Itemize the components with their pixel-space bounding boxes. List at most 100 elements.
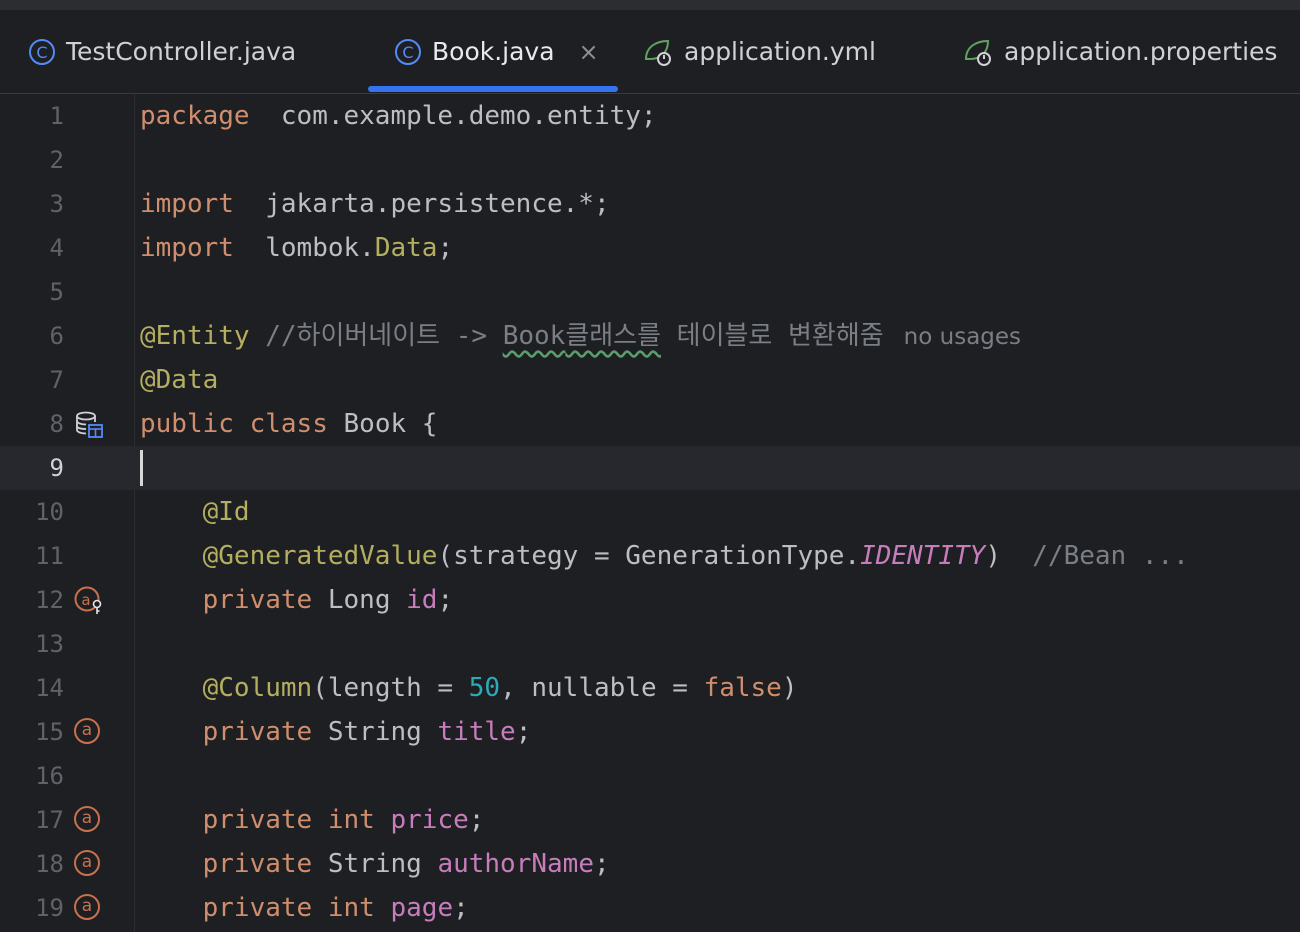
code-token: IDENTITY bbox=[860, 541, 986, 571]
code-token: ) bbox=[781, 673, 798, 703]
code-token: lombok. bbox=[233, 233, 375, 263]
code-token: String bbox=[312, 849, 438, 879]
attribute-icon[interactable]: a bbox=[74, 850, 104, 880]
line-number: 9 bbox=[49, 454, 64, 482]
tab-book-java[interactable]: C Book.java × bbox=[394, 10, 599, 93]
code-line[interactable]: 12 a private Long id; bbox=[0, 578, 1300, 622]
code-token: private bbox=[202, 849, 313, 879]
code-token: 테이블로 변환해줌 bbox=[661, 321, 884, 351]
code-token: Data bbox=[374, 233, 438, 263]
code-line[interactable]: 8 public class Book { bbox=[0, 402, 1300, 446]
code-token: import bbox=[140, 233, 234, 263]
tab-application-properties[interactable]: application.properties bbox=[962, 10, 1277, 93]
attribute-icon[interactable]: a bbox=[74, 806, 104, 836]
tab-label: Book.java bbox=[432, 37, 555, 66]
code-token: false bbox=[703, 673, 782, 703]
code-text: @GeneratedValue(strategy = GenerationTyp… bbox=[140, 542, 1189, 570]
code-text: import jakarta.persistence.*; bbox=[140, 190, 610, 218]
code-line[interactable]: 13 bbox=[0, 622, 1300, 666]
code-token: @GeneratedValue bbox=[202, 541, 438, 571]
code-line[interactable]: 3 import jakarta.persistence.*; bbox=[0, 182, 1300, 226]
java-class-icon: C bbox=[28, 38, 56, 66]
code-text: public class Book { bbox=[140, 410, 437, 438]
code-token: private bbox=[202, 893, 313, 923]
code-line[interactable]: 2 bbox=[0, 138, 1300, 182]
svg-text:a: a bbox=[81, 591, 90, 609]
code-line[interactable]: 17 a private int price; bbox=[0, 798, 1300, 842]
code-text: @Data bbox=[140, 366, 218, 394]
line-number: 16 bbox=[35, 762, 64, 790]
line-number: 12 bbox=[35, 586, 64, 614]
line-number: 7 bbox=[49, 366, 64, 394]
code-token: @Data bbox=[140, 365, 219, 395]
code-line[interactable]: 10 @Id bbox=[0, 490, 1300, 534]
code-line[interactable]: 15 a private String title; bbox=[0, 710, 1300, 754]
code-line[interactable]: 19 a private int page; bbox=[0, 886, 1300, 930]
code-token: 50 bbox=[468, 673, 501, 703]
code-token: @Entity bbox=[140, 321, 250, 351]
code-token: int bbox=[327, 805, 375, 835]
code-line[interactable]: 11 @GeneratedValue(strategy = Generation… bbox=[0, 534, 1300, 578]
line-number: 5 bbox=[49, 278, 64, 306]
line-number: 6 bbox=[49, 322, 64, 350]
code-token: page bbox=[390, 893, 454, 923]
code-token: import bbox=[140, 189, 234, 219]
code-line[interactable]: 5 bbox=[0, 270, 1300, 314]
line-number: 8 bbox=[49, 410, 64, 438]
code-token: ; bbox=[437, 585, 454, 615]
code-token: (strategy = GenerationType. bbox=[437, 541, 861, 571]
line-number: 2 bbox=[49, 146, 64, 174]
database-table-icon[interactable] bbox=[74, 410, 104, 440]
attribute-icon[interactable]: a bbox=[74, 894, 104, 924]
code-token: ; bbox=[453, 893, 469, 923]
line-number: 4 bbox=[49, 234, 64, 262]
usages-hint[interactable]: no usages bbox=[904, 324, 1021, 350]
code-token: ) bbox=[985, 541, 1033, 571]
code-line[interactable]: 14 @Column(length = 50, nullable = false… bbox=[0, 666, 1300, 710]
spring-config-icon bbox=[642, 37, 674, 67]
spring-config-icon bbox=[962, 37, 994, 67]
attribute-icon[interactable]: a bbox=[74, 718, 104, 748]
code-line[interactable]: 9 bbox=[0, 446, 1300, 490]
code-token: , nullable = bbox=[500, 673, 704, 703]
tab-testcontroller-java[interactable]: C TestController.java bbox=[28, 10, 296, 93]
text-caret bbox=[140, 450, 143, 486]
code-line[interactable]: 6 @Entity //하이버네이트 -> Book클래스를 테이블로 변환해줌 n… bbox=[0, 314, 1300, 358]
id-field-icon[interactable]: a bbox=[74, 586, 104, 616]
tab-application-yml[interactable]: application.yml bbox=[642, 10, 876, 93]
code-line[interactable]: 4 import lombok.Data; bbox=[0, 226, 1300, 270]
code-token: ; bbox=[468, 805, 485, 835]
code-token: private bbox=[202, 585, 313, 615]
close-icon[interactable]: × bbox=[579, 38, 599, 66]
code-editor[interactable]: 1 package com.example.demo.entity; 2 3 impor… bbox=[0, 94, 1300, 932]
line-number: 10 bbox=[35, 498, 64, 526]
code-token: Long bbox=[312, 585, 407, 615]
code-token: class bbox=[249, 409, 328, 439]
line-number: 17 bbox=[35, 806, 64, 834]
code-token: int bbox=[327, 893, 375, 923]
code-token: ; bbox=[437, 233, 454, 263]
code-token: //하이버네이트 -> bbox=[265, 321, 503, 351]
code-token: 클래스를 bbox=[565, 321, 661, 351]
code-token: public bbox=[140, 409, 234, 439]
code-token: price bbox=[390, 805, 469, 835]
code-line[interactable]: 1 package com.example.demo.entity; bbox=[0, 94, 1300, 138]
code-line[interactable]: 16 bbox=[0, 754, 1300, 798]
code-text bbox=[140, 450, 143, 490]
code-text: @Column(length = 50, nullable = false) bbox=[140, 674, 798, 702]
code-token: ; bbox=[593, 849, 610, 879]
code-text: private String authorName; bbox=[140, 850, 610, 878]
code-text: @Id bbox=[140, 498, 250, 526]
code-line[interactable]: 18 a private String authorName; bbox=[0, 842, 1300, 886]
code-token: Book bbox=[502, 321, 566, 351]
code-line[interactable]: 7 @Data bbox=[0, 358, 1300, 402]
